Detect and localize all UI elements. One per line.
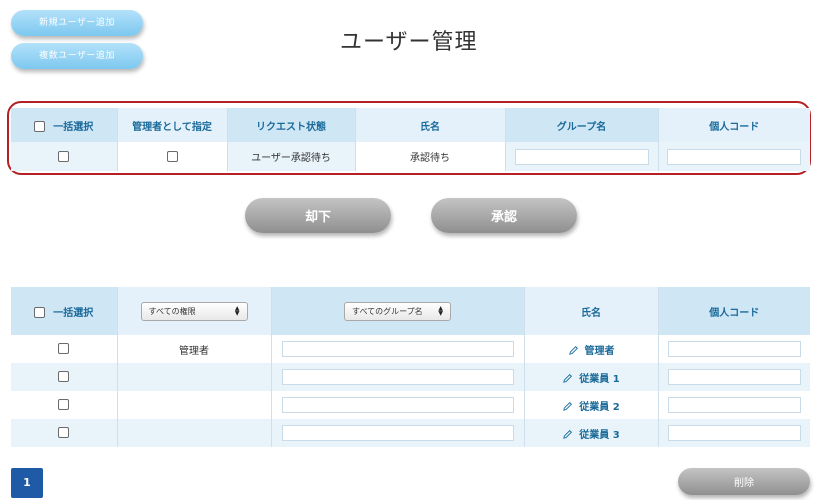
- name-header: 氏名: [355, 108, 506, 142]
- row-select-cell: [11, 391, 118, 419]
- row-select-cell: [11, 142, 118, 171]
- personal-code-cell: [658, 363, 810, 391]
- approve-button[interactable]: 承認: [431, 198, 577, 233]
- personal-code-cell: [658, 335, 810, 363]
- select-arrows-icon: ▲ ▼: [234, 305, 240, 317]
- name-cell: 管理者: [524, 335, 659, 363]
- personal-code-input[interactable]: [667, 397, 801, 413]
- select-all-label: 一括選択: [53, 307, 94, 319]
- personal-code-header: 個人コード: [658, 287, 810, 335]
- table-row: 従業員 3: [11, 419, 810, 447]
- row-select-checkbox[interactable]: [58, 399, 70, 411]
- add-user-button[interactable]: 新規ユーザー追加: [11, 10, 143, 36]
- pencil-icon[interactable]: [562, 373, 573, 384]
- request-status-cell: ユーザー承認待ち: [227, 142, 356, 171]
- group-filter-select[interactable]: すべてのグループ名 ▲ ▼: [344, 301, 451, 321]
- group-name-input[interactable]: [281, 425, 514, 441]
- personal-code-input[interactable]: [667, 148, 802, 165]
- reject-button[interactable]: 却下: [245, 198, 391, 233]
- group-cell: [271, 363, 525, 391]
- group-cell: [271, 335, 525, 363]
- row-select-checkbox[interactable]: [58, 343, 70, 355]
- row-select-checkbox[interactable]: [58, 371, 70, 383]
- pending-request-header-row: 一括選択 管理者として指定 リクエスト状態 氏名 グループ名 個人コード: [11, 108, 810, 142]
- personal-code-input[interactable]: [667, 341, 801, 357]
- row-select-cell: [11, 419, 118, 447]
- group-filter-header: すべてのグループ名 ▲ ▼: [271, 287, 525, 335]
- table-row: ユーザー承認待ち 承認待ち: [11, 142, 810, 171]
- pagination-page-button[interactable]: 1: [11, 468, 43, 498]
- user-name-link[interactable]: 管理者: [585, 346, 615, 357]
- role-filter-header: すべての権限 ▲ ▼: [117, 287, 272, 335]
- set-admin-checkbox[interactable]: [166, 150, 178, 162]
- role-cell: 管理者: [117, 335, 272, 363]
- group-filter-value: すべてのグループ名: [352, 306, 423, 316]
- add-multiple-users-button[interactable]: 複数ユーザー追加: [11, 43, 143, 69]
- pencil-icon[interactable]: [562, 429, 573, 440]
- group-name-input[interactable]: [514, 148, 649, 165]
- select-all-header: 一括選択: [11, 108, 118, 142]
- select-all-header: 一括選択: [11, 287, 118, 335]
- name-cell: 従業員 3: [524, 419, 659, 447]
- table-row: 従業員 1: [11, 363, 810, 391]
- role-cell: [117, 363, 272, 391]
- group-name-input[interactable]: [281, 341, 514, 357]
- group-name-header: グループ名: [505, 108, 659, 142]
- name-header: 氏名: [524, 287, 659, 335]
- personal-code-cell: [658, 142, 810, 171]
- pending-name-cell: 承認待ち: [355, 142, 506, 171]
- role-cell: [117, 419, 272, 447]
- table-row: 従業員 2: [11, 391, 810, 419]
- user-name-link[interactable]: 従業員 2: [579, 402, 619, 413]
- user-name-link[interactable]: 従業員 1: [579, 374, 619, 385]
- group-cell: [271, 419, 525, 447]
- personal-code-input[interactable]: [667, 369, 801, 385]
- group-name-input[interactable]: [281, 397, 514, 413]
- role-cell: [117, 391, 272, 419]
- name-cell: 従業員 2: [524, 391, 659, 419]
- personal-code-cell: [658, 391, 810, 419]
- user-name-link[interactable]: 従業員 3: [579, 430, 619, 441]
- personal-code-cell: [658, 419, 810, 447]
- role-filter-select[interactable]: すべての権限 ▲ ▼: [140, 301, 248, 321]
- select-all-label: 一括選択: [53, 121, 94, 133]
- group-cell: [271, 391, 525, 419]
- row-select-checkbox[interactable]: [58, 150, 70, 162]
- user-list-header-row: 一括選択 すべての権限 ▲ ▼ すべてのグループ名 ▲ ▼ 氏名 個人コード: [11, 287, 810, 335]
- select-all-checkbox[interactable]: [34, 121, 46, 132]
- set-admin-cell: [117, 142, 228, 171]
- row-select-cell: [11, 363, 118, 391]
- row-select-checkbox[interactable]: [58, 427, 70, 439]
- group-name-input[interactable]: [281, 369, 514, 385]
- personal-code-header: 個人コード: [658, 108, 810, 142]
- row-select-cell: [11, 335, 118, 363]
- request-status-header: リクエスト状態: [227, 108, 356, 142]
- user-list-table: 一括選択 すべての権限 ▲ ▼ すべてのグループ名 ▲ ▼ 氏名 個人コード 管理者…: [11, 287, 810, 447]
- role-filter-value: すべての権限: [148, 306, 196, 316]
- page-title: ユーザー管理: [340, 30, 478, 55]
- pencil-icon[interactable]: [568, 345, 579, 356]
- table-row: 管理者 管理者: [11, 335, 810, 363]
- group-name-cell: [505, 142, 659, 171]
- delete-button[interactable]: 削除: [678, 468, 810, 495]
- select-all-checkbox[interactable]: [34, 307, 46, 318]
- pending-request-table: 一括選択 管理者として指定 リクエスト状態 氏名 グループ名 個人コード ユーザ…: [11, 108, 810, 171]
- pencil-icon[interactable]: [562, 401, 573, 412]
- select-arrows-icon: ▲ ▼: [438, 305, 443, 317]
- personal-code-input[interactable]: [667, 425, 801, 441]
- name-cell: 従業員 1: [524, 363, 659, 391]
- set-admin-header: 管理者として指定: [117, 108, 228, 142]
